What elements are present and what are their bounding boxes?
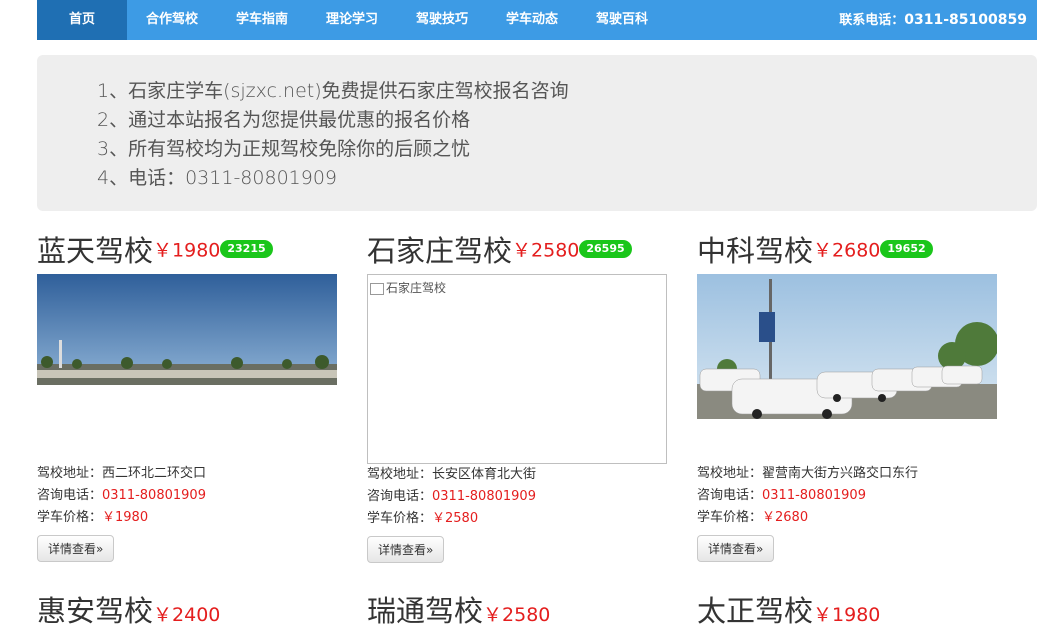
school-price: ￥1980 — [813, 604, 881, 626]
school-price: ￥2680 — [813, 239, 881, 262]
school-heading: 瑞通驾校￥2580 — [367, 588, 550, 630]
nav-driving-skills[interactable]: 驾驶技巧 — [397, 0, 487, 40]
school-name[interactable]: 惠安驾校 — [37, 594, 153, 628]
intro-panel: 1、石家庄学车(sjzxc.net)免费提供石家庄驾校报名咨询 2、通过本站报名… — [37, 55, 1037, 211]
school-heading: 蓝天驾校￥1980 23215 — [37, 228, 337, 268]
address-value: 西二环北二环交口 — [102, 466, 207, 481]
price-value: ￥1980 — [102, 510, 149, 525]
intro-line: 2、通过本站报名为您提供最优惠的报名价格 — [97, 109, 471, 131]
school-name[interactable]: 中科驾校 — [697, 234, 813, 268]
school-photo[interactable] — [697, 274, 997, 419]
view-count-badge: 19652 — [880, 240, 933, 258]
top-navbar: 首页 合作驾校 学车指南 理论学习 驾驶技巧 学车动态 驾驶百科 联系电话：03… — [37, 0, 1037, 40]
school-price: ￥2400 — [153, 604, 221, 626]
school-photo-broken[interactable]: 石家庄驾校 — [367, 274, 667, 464]
view-count-badge: 23215 — [220, 240, 273, 258]
price-label: 学车价格： — [37, 510, 103, 525]
price-label: 学车价格： — [367, 511, 433, 526]
address-label: 驾校地址： — [697, 466, 763, 481]
nav-encyclopedia[interactable]: 驾驶百科 — [577, 0, 667, 40]
phone-value: 0311-80801909 — [762, 488, 866, 503]
contact-phone-number: 0311-85100859 — [904, 12, 1027, 28]
school-name[interactable]: 石家庄驾校 — [367, 234, 512, 268]
phone-value: 0311-80801909 — [432, 489, 536, 504]
phone-value: 0311-80801909 — [102, 488, 206, 503]
school-price: ￥1980 — [153, 239, 221, 262]
image-alt-text: 石家庄驾校 — [370, 279, 446, 296]
school-info: 驾校地址：西二环北二环交口 咨询电话：0311-80801909 学车价格：￥1… — [37, 463, 337, 529]
view-count-badge: 26595 — [579, 240, 632, 258]
school-price: ￥2580 — [483, 604, 551, 626]
intro-line: 4、电话：0311-80801909 — [97, 167, 338, 189]
phone-label: 咨询电话： — [367, 489, 433, 504]
intro-line: 3、所有驾校均为正规驾校免除你的后顾之忧 — [97, 138, 471, 160]
address-label: 驾校地址： — [367, 467, 433, 482]
nav-home[interactable]: 首页 — [37, 0, 127, 40]
address-label: 驾校地址： — [37, 466, 103, 481]
nav-guide[interactable]: 学车指南 — [217, 0, 307, 40]
school-price: ￥2580 — [512, 239, 580, 262]
school-name[interactable]: 太正驾校 — [697, 594, 813, 628]
detail-button[interactable]: 详情查看» — [367, 536, 445, 563]
contact-phone: 联系电话：0311-85100859 — [839, 0, 1027, 40]
intro-line: 1、石家庄学车(sjzxc.net)免费提供石家庄驾校报名咨询 — [97, 80, 569, 102]
price-label: 学车价格： — [697, 510, 763, 525]
school-info: 驾校地址：长安区体育北大街 咨询电话：0311-80801909 学车价格：￥2… — [367, 464, 667, 530]
contact-phone-label: 联系电话： — [839, 13, 905, 28]
address-value: 翟营南大街方兴路交口东行 — [762, 466, 919, 481]
school-name[interactable]: 瑞通驾校 — [367, 594, 483, 628]
price-value: ￥2680 — [762, 510, 809, 525]
phone-label: 咨询电话： — [697, 488, 763, 503]
school-card: 中科驾校￥2680 19652 驾校地址：翟营南大街方兴路交口东行 咨询电话：0… — [697, 228, 997, 562]
nav-partner-schools[interactable]: 合作驾校 — [127, 0, 217, 40]
school-heading: 石家庄驾校￥2580 26595 — [367, 228, 667, 268]
price-value: ￥2580 — [432, 511, 479, 526]
nav-theory[interactable]: 理论学习 — [307, 0, 397, 40]
school-photo[interactable] — [37, 274, 337, 385]
nav-news[interactable]: 学车动态 — [487, 0, 577, 40]
school-heading: 中科驾校￥2680 19652 — [697, 228, 997, 268]
school-card: 石家庄驾校￥2580 26595 石家庄驾校 驾校地址：长安区体育北大街 咨询电话… — [367, 228, 667, 563]
phone-label: 咨询电话： — [37, 488, 103, 503]
broken-image-icon — [370, 282, 384, 295]
detail-button[interactable]: 详情查看» — [697, 535, 775, 562]
school-heading: 太正驾校￥1980 — [697, 588, 880, 630]
school-name[interactable]: 蓝天驾校 — [37, 234, 153, 268]
address-value: 长安区体育北大街 — [432, 467, 537, 482]
school-card: 蓝天驾校￥1980 23215 驾校地址：西二环北二环交口 咨询电话：0311-8… — [37, 228, 337, 562]
school-info: 驾校地址：翟营南大街方兴路交口东行 咨询电话：0311-80801909 学车价… — [697, 463, 997, 529]
detail-button[interactable]: 详情查看» — [37, 535, 115, 562]
school-heading: 惠安驾校￥2400 — [37, 588, 220, 630]
